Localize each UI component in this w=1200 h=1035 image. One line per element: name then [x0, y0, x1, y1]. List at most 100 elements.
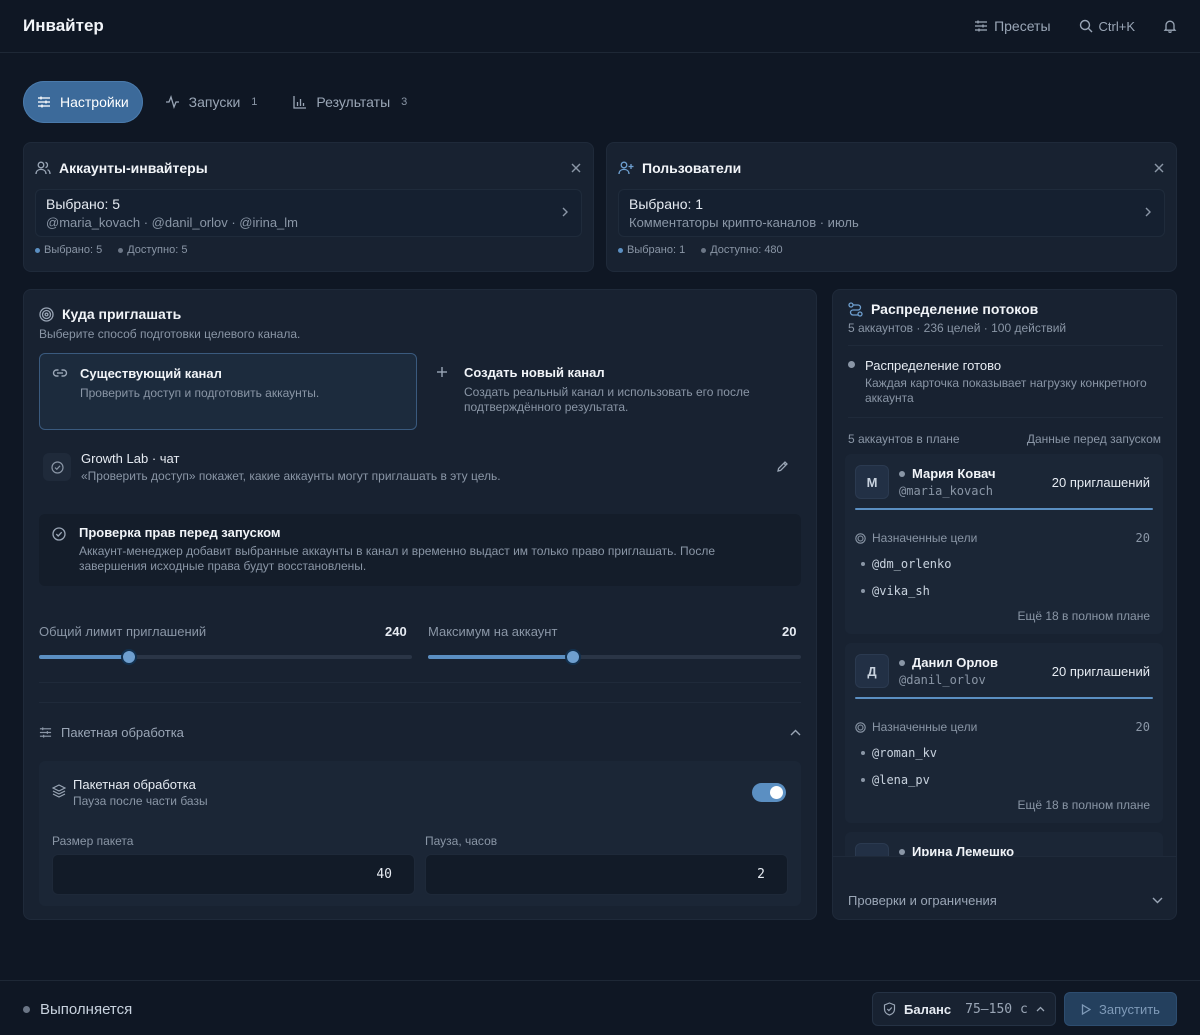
play-icon: [1081, 1003, 1092, 1015]
batch-section-header[interactable]: Пакетная обработка: [39, 722, 801, 742]
close-icon[interactable]: [570, 162, 582, 174]
new-channel-title: Создать новый канал: [464, 365, 605, 380]
divider: [848, 417, 1163, 418]
avatar: Д: [855, 654, 889, 688]
batch-toggle[interactable]: [752, 783, 786, 802]
sliders-icon: [39, 726, 52, 739]
batch-size-input[interactable]: 40: [52, 854, 415, 895]
tab-results[interactable]: Результаты 3: [279, 81, 421, 123]
divider: [833, 856, 1176, 857]
avatar: М: [855, 465, 889, 499]
users-stat-available: Доступно: 480: [701, 244, 783, 256]
account-handle: @maria_kovach: [899, 484, 993, 498]
tab-launches[interactable]: Запуски 1: [151, 81, 272, 123]
run-button[interactable]: Запустить: [1064, 992, 1177, 1026]
existing-channel-option[interactable]: Существующий канал Проверить доступ и по…: [39, 353, 417, 430]
account-name: Ирина Лемешко: [912, 844, 1015, 856]
distribution-title: Распределение потоков: [871, 301, 1039, 317]
users-summary: Комментаторы крипто-каналов · июль: [629, 215, 859, 230]
plan-note: Данные перед запуском: [1026, 432, 1161, 446]
status-dot: [899, 659, 905, 666]
account-card[interactable]: И Ирина Лемешко: [845, 832, 1163, 856]
main-tabs: Настройки Запуски 1 Результаты 3: [23, 81, 421, 123]
check-circle-icon: [52, 527, 66, 541]
chevron-up-icon: [1036, 1006, 1045, 1012]
divider: [39, 682, 801, 683]
chevron-down-icon: [1152, 897, 1163, 904]
total-limit-value: 240: [385, 624, 407, 639]
inviters-stat-selected: Выбрано: 5: [35, 244, 102, 256]
tab-results-label: Результаты: [316, 94, 391, 110]
user-plus-icon: [618, 161, 634, 175]
inviters-summary: @maria_kovach · @danil_orlov · @irina_lm: [46, 215, 299, 230]
users-icon: [35, 161, 51, 175]
target-subtitle: Выберите способ подготовки целевого кана…: [39, 327, 301, 341]
plan-count: 5 аккаунтов в плане: [848, 432, 960, 446]
per-account-slider[interactable]: [428, 649, 801, 665]
edit-icon[interactable]: [776, 460, 789, 473]
target-item: @roman_kv: [861, 746, 937, 760]
presets-button[interactable]: Пресеты: [974, 18, 1051, 34]
checks-section-header[interactable]: Проверки и ограничения: [848, 893, 1163, 908]
slider-fill: [428, 655, 573, 659]
existing-channel-title: Существующий канал: [80, 366, 222, 381]
inviters-title: Аккаунты-инвайтеры: [59, 160, 208, 176]
bar-chart-icon: [293, 95, 307, 109]
account-load-bar: [855, 697, 1153, 699]
account-load-bar: [855, 508, 1153, 510]
total-limit-slider[interactable]: [39, 649, 412, 665]
close-icon[interactable]: [1153, 162, 1165, 174]
users-selected: Выбрано: 1: [629, 196, 704, 212]
balance-label: Баланс: [904, 1001, 952, 1017]
rights-title: Проверка прав перед запуском: [79, 525, 281, 540]
tab-settings[interactable]: Настройки: [23, 81, 143, 123]
app-title: Инвайтер: [23, 16, 104, 35]
target-icon: [39, 306, 54, 322]
tab-launches-count: 1: [251, 96, 258, 108]
targets-label: Назначенные цели: [872, 720, 978, 734]
notifications-button[interactable]: [1163, 19, 1177, 33]
run-status: Выполняется: [23, 1001, 132, 1018]
status-dot: [848, 361, 855, 368]
slider-thumb[interactable]: [121, 649, 137, 665]
batch-toggle-desc: Пауза после части базы: [73, 794, 208, 808]
chevron-right-icon: [1144, 206, 1152, 218]
total-limit-label: Общий лимит приглашений: [39, 624, 207, 639]
plus-icon: [436, 366, 448, 378]
slider-fill: [39, 655, 129, 659]
top-bar: Инвайтер Пресеты Ctrl+K: [0, 0, 1200, 53]
account-name: Мария Ковач: [912, 466, 996, 481]
account-card[interactable]: Д Данил Орлов @danil_orlov 20 приглашени…: [845, 643, 1163, 823]
status-dot: [899, 470, 905, 477]
balance-value: 75–150 с: [965, 1001, 1028, 1017]
users-panel: Пользователи Выбрано: 1 Комментаторы кри…: [606, 142, 1177, 272]
link-icon: [52, 367, 68, 379]
search-shortcut: Ctrl+K: [1098, 18, 1135, 34]
channel-status-icon: [43, 453, 71, 481]
tab-launches-label: Запуски: [188, 94, 241, 110]
account-card[interactable]: М Мария Ковач @maria_kovach 20 приглашен…: [845, 454, 1163, 634]
sliders-icon: [974, 19, 988, 33]
slider-thumb[interactable]: [565, 649, 581, 665]
inviters-panel: Аккаунты-инвайтеры Выбрано: 5 @maria_kov…: [23, 142, 594, 272]
search-button[interactable]: Ctrl+K: [1079, 19, 1135, 34]
users-title: Пользователи: [642, 160, 742, 176]
targets-label: Назначенные цели: [872, 531, 978, 545]
search-icon: [1079, 19, 1093, 33]
inviters-select[interactable]: Выбрано: 5 @maria_kovach · @danil_orlov …: [35, 189, 582, 237]
distribution-subtitle: 5 аккаунтов · 236 целей · 100 действий: [848, 321, 1067, 335]
checks-label: Проверки и ограничения: [848, 893, 997, 908]
balance-selector[interactable]: Баланс 75–150 с: [872, 992, 1056, 1026]
batch-toggle-title: Пакетная обработка: [73, 777, 196, 792]
users-select[interactable]: Выбрано: 1 Комментаторы крипто-каналов ·…: [618, 189, 1165, 237]
activity-icon: [165, 95, 180, 109]
run-button-label: Запустить: [1099, 1001, 1160, 1017]
pause-hours-input[interactable]: 2: [425, 854, 788, 895]
target-panel: Куда приглашать Выберите способ подготов…: [23, 289, 817, 920]
new-channel-desc: Создать реальный канал и использовать ег…: [464, 385, 750, 414]
new-channel-option[interactable]: Создать новый канал Создать реальный кан…: [424, 353, 802, 430]
targets-count: 20: [1135, 720, 1150, 734]
target-item: @lena_pv: [861, 773, 930, 787]
target-icon: [855, 721, 866, 733]
avatar: И: [855, 843, 889, 856]
